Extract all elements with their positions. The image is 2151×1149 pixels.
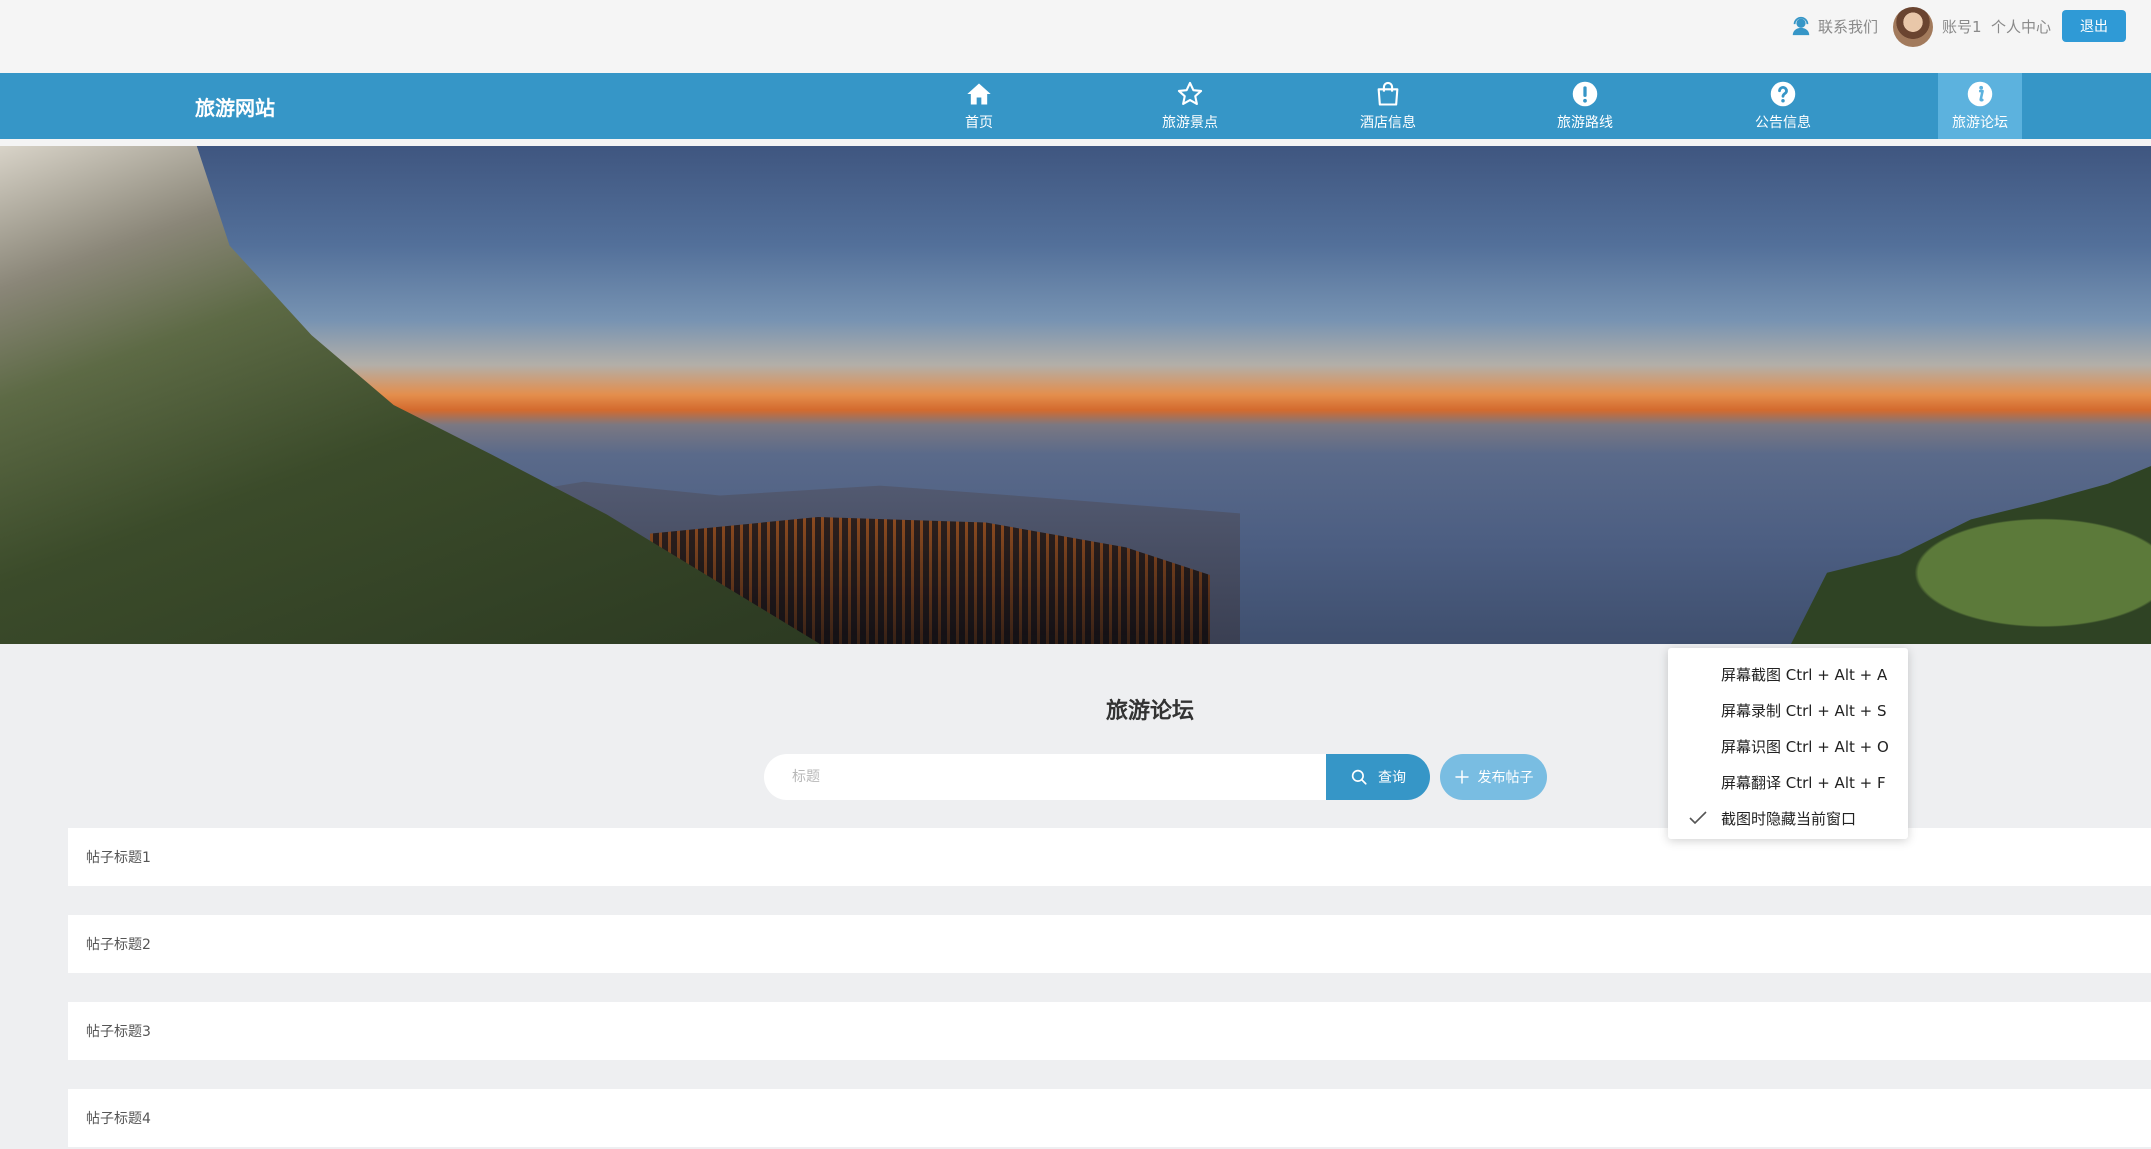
publish-post-button[interactable]: 发布帖子 [1440,754,1547,800]
list-item[interactable]: 帖子标题3 [68,1002,2151,1060]
nav-item-routes[interactable]: 旅游路线 [1543,73,1627,139]
main-navigation: 旅游网站 首页 旅游景点 酒店信息 旅游路线 公告信息 旅游论坛 [0,73,2151,146]
menu-item-screenshot[interactable]: 屏幕截图 Ctrl + Alt + A [1668,656,1908,692]
personal-center-link[interactable]: 个人中心 [1991,0,2051,52]
menu-item-label: 屏幕截图 Ctrl + Alt + A [1721,665,1888,684]
nav-item-forum[interactable]: 旅游论坛 [1938,73,2022,139]
banner-image-trees [1791,466,2151,644]
contact-us-label: 联系我们 [1818,17,1879,36]
nav-item-label: 旅游路线 [1557,115,1613,131]
list-item[interactable]: 帖子标题2 [68,915,2151,973]
post-title[interactable]: 帖子标题4 [86,1108,151,1128]
home-icon [967,83,991,105]
avatar[interactable] [1893,7,1933,47]
shopping-bag-icon [1377,81,1399,106]
nav-item-hotels[interactable]: 酒店信息 [1346,73,1430,139]
nav-item-label: 旅游论坛 [1952,115,2008,131]
post-title[interactable]: 帖子标题1 [86,847,151,867]
customer-service-icon [1792,16,1810,36]
search-icon [1351,769,1367,785]
search-button[interactable]: 查询 [1326,754,1430,800]
menu-item-screen-record[interactable]: 屏幕录制 Ctrl + Alt + S [1668,692,1908,728]
contact-us-link[interactable]: 联系我们 [1790,0,1878,52]
exclamation-circle-icon [1572,81,1598,107]
nav-item-label: 酒店信息 [1360,115,1416,131]
menu-item-screen-translate[interactable]: 屏幕翻译 Ctrl + Alt + F [1668,764,1908,800]
nav-item-label: 首页 [965,115,993,131]
top-utility-bar: 联系我们 账号1 个人中心 退出 [0,0,2151,73]
search-input[interactable] [764,754,1326,800]
post-title[interactable]: 帖子标题2 [86,934,151,954]
list-item[interactable]: 帖子标题4 [68,1089,2151,1147]
post-title[interactable]: 帖子标题3 [86,1021,151,1041]
info-circle-icon [1967,81,1993,107]
menu-item-label: 屏幕识图 Ctrl + Alt + O [1721,737,1889,756]
banner-carousel[interactable] [0,146,2151,644]
question-circle-icon [1770,81,1796,107]
menu-item-label: 截图时隐藏当前窗口 [1721,809,1857,828]
publish-post-label: 发布帖子 [1477,770,1534,786]
account-name[interactable]: 账号1 [1942,0,1982,52]
plus-icon [1454,770,1469,784]
menu-item-hide-window[interactable]: 截图时隐藏当前窗口 [1668,800,1908,836]
site-logo[interactable]: 旅游网站 [195,73,275,139]
search-bar: 查询 [764,754,1430,800]
nav-item-label: 旅游景点 [1162,115,1218,131]
logout-button[interactable]: 退出 [2062,10,2126,42]
post-list: 帖子标题1 帖子标题2 帖子标题3 帖子标题4 [68,828,2151,1149]
nav-item-label: 公告信息 [1755,115,1811,131]
nav-item-attractions[interactable]: 旅游景点 [1148,73,1232,139]
context-menu: 屏幕截图 Ctrl + Alt + A 屏幕录制 Ctrl + Alt + S … [1668,648,1908,839]
star-icon [1177,81,1203,105]
menu-item-label: 屏幕翻译 Ctrl + Alt + F [1721,773,1886,792]
nav-item-home[interactable]: 首页 [937,73,1021,139]
checkmark-icon [1689,811,1707,825]
nav-item-announcements[interactable]: 公告信息 [1741,73,1825,139]
menu-item-label: 屏幕录制 Ctrl + Alt + S [1721,701,1887,720]
menu-item-screen-ocr[interactable]: 屏幕识图 Ctrl + Alt + O [1668,728,1908,764]
search-button-label: 查询 [1378,770,1406,786]
